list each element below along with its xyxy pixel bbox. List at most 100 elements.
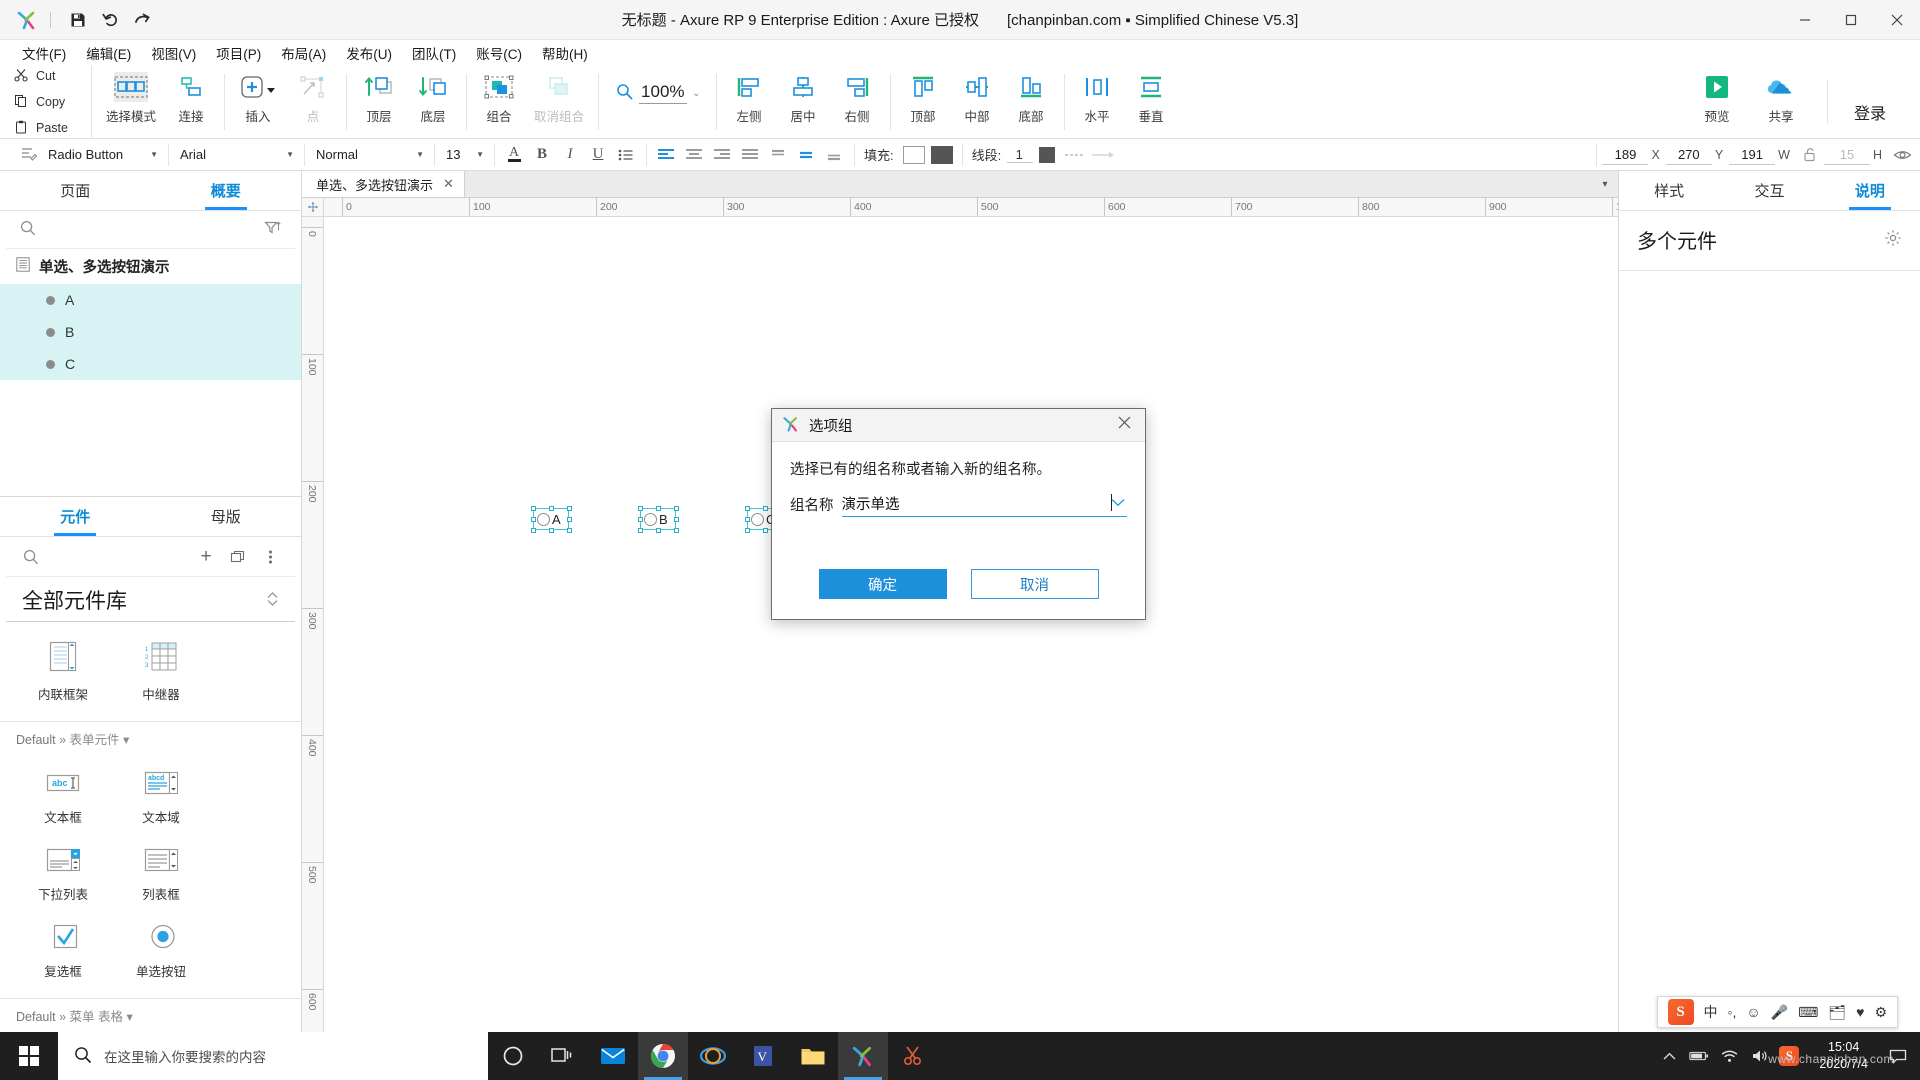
font-family-select[interactable]: Arial ▼ <box>174 143 298 167</box>
font-style-select[interactable]: Normal ▼ <box>310 143 428 167</box>
vertical-ruler[interactable]: 0100200300400500600 <box>302 217 324 1032</box>
library-item-text-area[interactable]: abcd 文本域 <box>112 761 210 838</box>
menu-publish[interactable]: 发布(U) <box>336 40 402 66</box>
resize-handle[interactable] <box>745 506 750 511</box>
expand-collapse-icon[interactable] <box>266 590 279 611</box>
resize-handle[interactable] <box>567 528 572 533</box>
ime-voice-icon[interactable]: 🎤 <box>1771 1004 1788 1021</box>
group-button[interactable]: 组合 <box>472 66 526 125</box>
library-section-form[interactable]: Default » 表单元件 ▾ <box>0 721 301 755</box>
library-item-checkbox[interactable]: 复选框 <box>14 915 112 992</box>
snipaste-icon[interactable] <box>888 1032 938 1080</box>
tree-node-b[interactable]: B <box>0 316 301 348</box>
close-icon[interactable]: ✕ <box>443 176 454 192</box>
gear-icon[interactable] <box>1884 229 1902 250</box>
file-explorer-icon[interactable] <box>788 1032 838 1080</box>
text-align-right-icon[interactable] <box>708 142 736 168</box>
point-button[interactable]: 点 <box>286 66 340 125</box>
text-align-justify-icon[interactable] <box>736 142 764 168</box>
eye-icon[interactable] <box>1888 142 1916 168</box>
horizontal-ruler[interactable]: 010020030040050060070080090010 <box>324 198 1618 216</box>
bullet-list-icon[interactable] <box>612 142 640 168</box>
tree-node-c[interactable]: C <box>0 348 301 380</box>
tab-masters[interactable]: 母版 <box>151 497 302 536</box>
duplicate-icon[interactable] <box>227 549 249 565</box>
x-coordinate[interactable]: 189 X <box>1602 145 1659 165</box>
tab-notes[interactable]: 说明 <box>1820 171 1920 210</box>
library-item-text-field[interactable]: abc 文本框 <box>14 761 112 838</box>
resize-handle[interactable] <box>674 506 679 511</box>
resize-handle[interactable] <box>549 506 554 511</box>
resize-handle[interactable] <box>674 528 679 533</box>
tab-outline[interactable]: 概要 <box>151 171 302 210</box>
resize-handle[interactable] <box>531 517 536 522</box>
tab-style[interactable]: 样式 <box>1619 171 1719 210</box>
library-header[interactable]: 全部元件库 <box>6 577 295 622</box>
ruler-origin-icon[interactable] <box>302 198 324 216</box>
library-item-inline-frame[interactable]: 内联框架 <box>14 632 112 715</box>
ime-mode-chinese[interactable]: 中 <box>1704 1002 1718 1022</box>
redo-icon[interactable] <box>127 6 157 34</box>
volume-icon[interactable] <box>1749 1049 1769 1063</box>
sogou-logo-icon[interactable]: S <box>1668 999 1694 1025</box>
ok-button[interactable]: 确定 <box>819 569 947 599</box>
menu-file[interactable]: 文件(F) <box>12 40 76 66</box>
resize-handle[interactable] <box>745 517 750 522</box>
menu-project[interactable]: 项目(P) <box>206 40 271 66</box>
menu-layout[interactable]: 布局(A) <box>271 40 336 66</box>
library-item-dropdown[interactable]: 下拉列表 <box>14 838 112 915</box>
zoom-control[interactable]: 100% ⌄ <box>604 66 710 104</box>
resize-handle[interactable] <box>549 528 554 533</box>
align-right-button[interactable]: 右侧 <box>830 66 884 125</box>
menu-help[interactable]: 帮助(H) <box>532 40 598 66</box>
underline-icon[interactable]: U <box>584 142 612 168</box>
minimize-button[interactable] <box>1782 0 1828 40</box>
menu-view[interactable]: 视图(V) <box>141 40 206 66</box>
text-align-center-icon[interactable] <box>680 142 708 168</box>
align-bottom-button[interactable]: 底部 <box>1004 66 1058 125</box>
fill-pattern-swatch[interactable] <box>928 142 956 168</box>
chevron-up-icon[interactable] <box>1659 1052 1679 1061</box>
connect-button[interactable]: 连接 <box>164 66 218 125</box>
share-button[interactable]: 共享 <box>1749 66 1813 125</box>
widget-type-select[interactable]: Radio Button ▼ <box>42 143 162 167</box>
cortana-circle-icon[interactable] <box>488 1032 538 1080</box>
bold-icon[interactable]: B <box>528 142 556 168</box>
resize-handle[interactable] <box>567 517 572 522</box>
resize-handle[interactable] <box>638 528 643 533</box>
resize-handle[interactable] <box>531 528 536 533</box>
ime-emoji-icon[interactable]: ☺ <box>1746 1004 1760 1020</box>
line-arrow-dropdown[interactable] <box>1089 142 1117 168</box>
filter-sort-icon[interactable] <box>264 220 281 239</box>
insert-button[interactable]: 插入 <box>230 66 286 125</box>
copy-button[interactable]: Copy <box>14 94 91 111</box>
valign-middle-icon[interactable] <box>792 142 820 168</box>
library-section-menu-table[interactable]: Default » 菜单 表格 ▾ <box>0 998 301 1032</box>
more-options-icon[interactable] <box>259 549 281 565</box>
line-color-swatch[interactable] <box>1033 142 1061 168</box>
windows-start-icon[interactable] <box>0 1032 58 1080</box>
text-align-left-icon[interactable] <box>652 142 680 168</box>
internet-explorer-icon[interactable] <box>688 1032 738 1080</box>
battery-icon[interactable] <box>1689 1050 1709 1062</box>
menu-team[interactable]: 团队(T) <box>402 40 466 66</box>
cancel-button[interactable]: 取消 <box>971 569 1099 599</box>
chrome-icon[interactable] <box>638 1032 688 1080</box>
resize-handle[interactable] <box>656 506 661 511</box>
chevron-down-icon[interactable]: ▾ <box>1592 171 1618 197</box>
page-tab[interactable]: 单选、多选按钮演示 ✕ <box>302 171 465 197</box>
tree-node-page[interactable]: 单选、多选按钮演示 <box>0 249 301 284</box>
tab-interactions[interactable]: 交互 <box>1719 171 1819 210</box>
resize-handle[interactable] <box>656 528 661 533</box>
close-icon[interactable] <box>1113 416 1135 434</box>
resize-handle[interactable] <box>763 506 768 511</box>
cut-button[interactable]: Cut <box>14 68 91 85</box>
library-item-radio-button[interactable]: 单选按钮 <box>112 915 210 992</box>
tab-pages[interactable]: 页面 <box>0 171 151 210</box>
font-size-select[interactable]: 13 ▼ <box>440 143 488 167</box>
line-width-value[interactable]: 1 <box>1007 147 1033 163</box>
wifi-icon[interactable] <box>1719 1050 1739 1063</box>
ime-settings-icon[interactable]: ⚙ <box>1874 1004 1887 1021</box>
selection-mode-button[interactable]: 选择模式 <box>98 66 164 125</box>
task-view-icon[interactable] <box>538 1032 588 1080</box>
